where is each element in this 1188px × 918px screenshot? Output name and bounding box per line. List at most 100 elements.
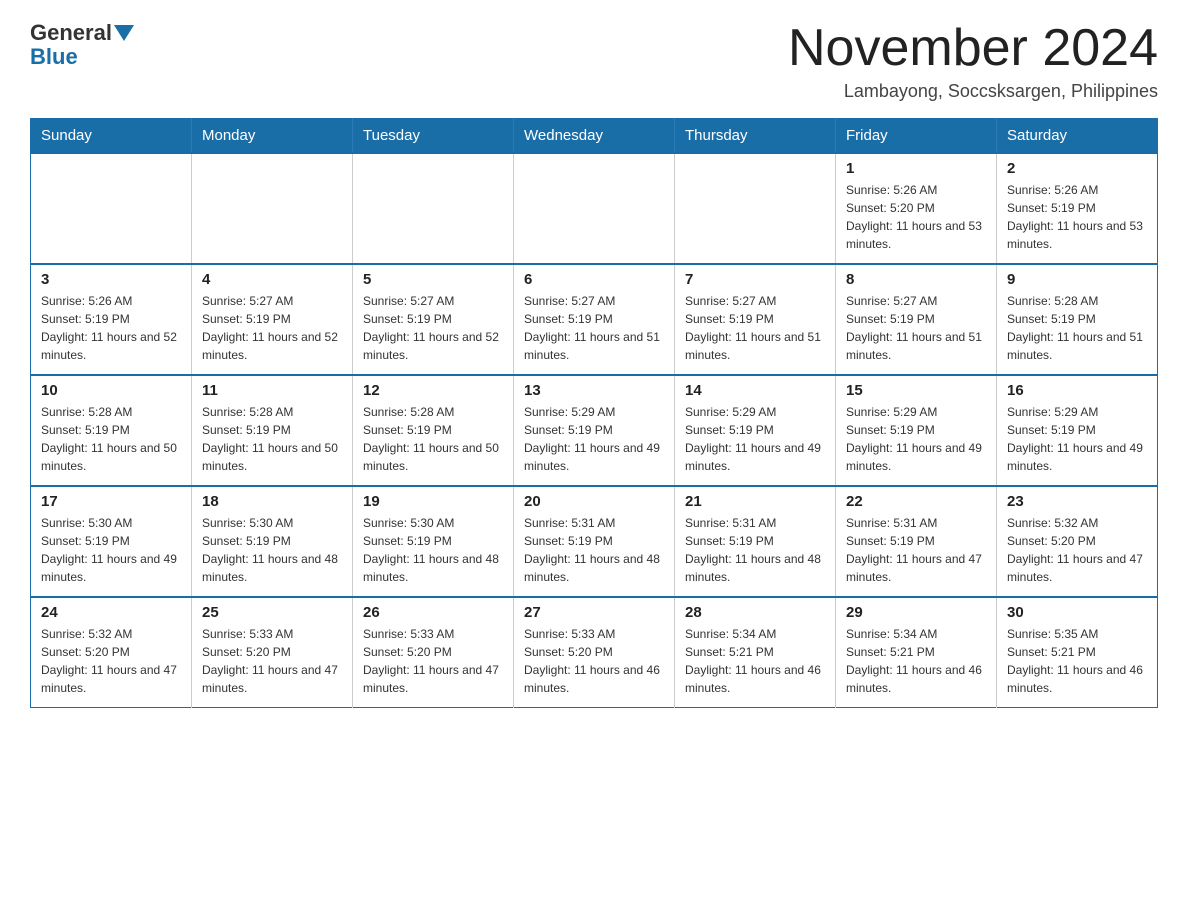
day-info: Sunrise: 5:31 AMSunset: 5:19 PMDaylight:… [524,514,664,586]
weekday-header-thursday: Thursday [675,119,836,154]
calendar-week-row: 3 Sunrise: 5:26 AMSunset: 5:19 PMDaylight… [31,264,1158,375]
calendar-cell: 8 Sunrise: 5:27 AMSunset: 5:19 PMDaylight… [836,264,997,375]
day-number: 21 [685,493,825,510]
day-number: 11 [202,382,342,399]
day-number: 29 [846,604,986,621]
calendar-body: 1 Sunrise: 5:26 AMSunset: 5:20 PMDaylight… [31,153,1158,708]
day-number: 25 [202,604,342,621]
calendar-cell: 11 Sunrise: 5:28 AMSunset: 5:19 PMDayligh… [192,375,353,486]
calendar-cell: 3 Sunrise: 5:26 AMSunset: 5:19 PMDaylight… [31,264,192,375]
day-number: 18 [202,493,342,510]
day-number: 12 [363,382,503,399]
day-info: Sunrise: 5:28 AMSunset: 5:19 PMDaylight:… [363,403,503,475]
calendar-cell [192,153,353,264]
calendar-week-row: 10 Sunrise: 5:28 AMSunset: 5:19 PMDayligh… [31,375,1158,486]
calendar-cell: 19 Sunrise: 5:30 AMSunset: 5:19 PMDayligh… [353,486,514,597]
day-info: Sunrise: 5:31 AMSunset: 5:19 PMDaylight:… [846,514,986,586]
weekday-header-wednesday: Wednesday [514,119,675,154]
day-info: Sunrise: 5:26 AMSunset: 5:19 PMDaylight:… [1007,181,1147,253]
location-label: Lambayong, Soccsksargen, Philippines [788,81,1158,102]
day-number: 13 [524,382,664,399]
calendar-cell: 20 Sunrise: 5:31 AMSunset: 5:19 PMDayligh… [514,486,675,597]
page-header: General Blue November 2024 Lambayong, So… [30,20,1158,102]
day-number: 14 [685,382,825,399]
day-number: 8 [846,271,986,288]
day-info: Sunrise: 5:34 AMSunset: 5:21 PMDaylight:… [846,625,986,697]
calendar-cell: 1 Sunrise: 5:26 AMSunset: 5:20 PMDaylight… [836,153,997,264]
day-info: Sunrise: 5:27 AMSunset: 5:19 PMDaylight:… [846,292,986,364]
calendar-cell: 21Sunrise: 5:31 AMSunset: 5:19 PMDayligh… [675,486,836,597]
day-number: 3 [41,271,181,288]
weekday-header-tuesday: Tuesday [353,119,514,154]
day-number: 15 [846,382,986,399]
calendar-cell: 30 Sunrise: 5:35 AMSunset: 5:21 PMDayligh… [997,597,1158,708]
calendar-cell: 6Sunrise: 5:27 AMSunset: 5:19 PMDaylight… [514,264,675,375]
day-info: Sunrise: 5:30 AMSunset: 5:19 PMDaylight:… [363,514,503,586]
day-info: Sunrise: 5:27 AMSunset: 5:19 PMDaylight:… [363,292,503,364]
day-number: 6 [524,271,664,288]
day-number: 24 [41,604,181,621]
calendar-cell: 23Sunrise: 5:32 AMSunset: 5:20 PMDayligh… [997,486,1158,597]
day-info: Sunrise: 5:27 AMSunset: 5:19 PMDaylight:… [202,292,342,364]
day-info: Sunrise: 5:32 AMSunset: 5:20 PMDaylight:… [41,625,181,697]
calendar-cell: 26 Sunrise: 5:33 AMSunset: 5:20 PMDayligh… [353,597,514,708]
calendar-week-row: 1 Sunrise: 5:26 AMSunset: 5:20 PMDaylight… [31,153,1158,264]
day-number: 2 [1007,160,1147,177]
day-info: Sunrise: 5:27 AMSunset: 5:19 PMDaylight:… [685,292,825,364]
day-number: 19 [363,493,503,510]
day-info: Sunrise: 5:26 AMSunset: 5:20 PMDaylight:… [846,181,986,253]
day-number: 28 [685,604,825,621]
day-info: Sunrise: 5:34 AMSunset: 5:21 PMDaylight:… [685,625,825,697]
calendar-cell: 14 Sunrise: 5:29 AMSunset: 5:19 PMDayligh… [675,375,836,486]
calendar-week-row: 17 Sunrise: 5:30 AMSunset: 5:19 PMDayligh… [31,486,1158,597]
calendar-cell: 25 Sunrise: 5:33 AMSunset: 5:20 PMDayligh… [192,597,353,708]
weekday-header-friday: Friday [836,119,997,154]
logo-triangle-icon [114,25,134,41]
calendar-cell: 29 Sunrise: 5:34 AMSunset: 5:21 PMDayligh… [836,597,997,708]
day-number: 23 [1007,493,1147,510]
day-number: 20 [524,493,664,510]
calendar-table: SundayMondayTuesdayWednesdayThursdayFrid… [30,118,1158,708]
calendar-cell: 17Sunrise: 5:30 AMSunset: 5:19 PMDayligh… [31,486,192,597]
calendar-cell: 16 Sunrise: 5:29 AMSunset: 5:19 PMDayligh… [997,375,1158,486]
calendar-cell: 13 Sunrise: 5:29 AMSunset: 5:19 PMDayligh… [514,375,675,486]
day-number: 4 [202,271,342,288]
calendar-cell [675,153,836,264]
day-info: Sunrise: 5:28 AMSunset: 5:19 PMDaylight:… [41,403,181,475]
calendar-week-row: 24 Sunrise: 5:32 AMSunset: 5:20 PMDayligh… [31,597,1158,708]
calendar-cell: 15 Sunrise: 5:29 AMSunset: 5:19 PMDayligh… [836,375,997,486]
calendar-cell: 12 Sunrise: 5:28 AMSunset: 5:19 PMDayligh… [353,375,514,486]
day-number: 17 [41,493,181,510]
day-number: 5 [363,271,503,288]
day-number: 16 [1007,382,1147,399]
calendar-cell: 7 Sunrise: 5:27 AMSunset: 5:19 PMDaylight… [675,264,836,375]
day-info: Sunrise: 5:35 AMSunset: 5:21 PMDaylight:… [1007,625,1147,697]
day-info: Sunrise: 5:26 AMSunset: 5:19 PMDaylight:… [41,292,181,364]
calendar-cell [31,153,192,264]
day-number: 7 [685,271,825,288]
day-number: 22 [846,493,986,510]
day-info: Sunrise: 5:29 AMSunset: 5:19 PMDaylight:… [1007,403,1147,475]
calendar-cell: 28 Sunrise: 5:34 AMSunset: 5:21 PMDayligh… [675,597,836,708]
calendar-cell: 9Sunrise: 5:28 AMSunset: 5:19 PMDaylight… [997,264,1158,375]
day-info: Sunrise: 5:29 AMSunset: 5:19 PMDaylight:… [524,403,664,475]
day-number: 30 [1007,604,1147,621]
day-info: Sunrise: 5:30 AMSunset: 5:19 PMDaylight:… [202,514,342,586]
day-info: Sunrise: 5:29 AMSunset: 5:19 PMDaylight:… [846,403,986,475]
calendar-cell [514,153,675,264]
day-number: 10 [41,382,181,399]
day-info: Sunrise: 5:29 AMSunset: 5:19 PMDaylight:… [685,403,825,475]
logo: General Blue [30,20,136,70]
title-section: November 2024 Lambayong, Soccsksargen, P… [788,20,1158,102]
logo-general: General [30,20,112,46]
day-info: Sunrise: 5:33 AMSunset: 5:20 PMDaylight:… [202,625,342,697]
day-number: 26 [363,604,503,621]
day-number: 1 [846,160,986,177]
day-info: Sunrise: 5:28 AMSunset: 5:19 PMDaylight:… [202,403,342,475]
weekday-header-row: SundayMondayTuesdayWednesdayThursdayFrid… [31,119,1158,154]
day-info: Sunrise: 5:33 AMSunset: 5:20 PMDaylight:… [363,625,503,697]
calendar-cell: 24 Sunrise: 5:32 AMSunset: 5:20 PMDayligh… [31,597,192,708]
calendar-cell: 27Sunrise: 5:33 AMSunset: 5:20 PMDayligh… [514,597,675,708]
calendar-header: SundayMondayTuesdayWednesdayThursdayFrid… [31,119,1158,154]
day-number: 9 [1007,271,1147,288]
